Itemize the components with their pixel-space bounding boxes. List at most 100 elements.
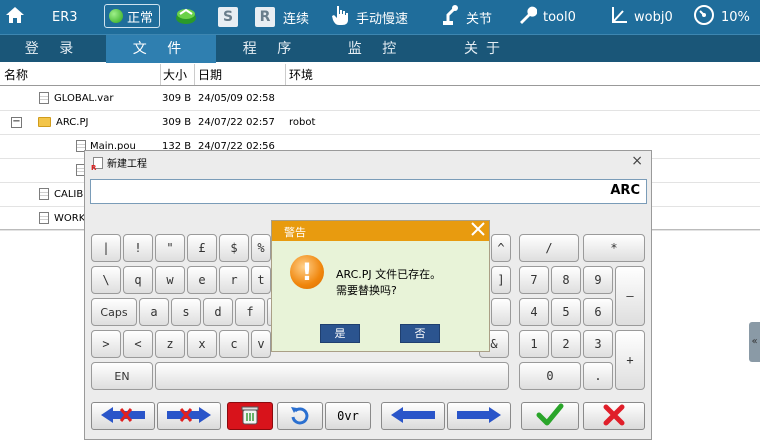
tool-button[interactable]: tool0 [517, 4, 576, 30]
undo-icon [289, 404, 311, 429]
key[interactable]: w [155, 266, 185, 294]
home-button[interactable] [4, 4, 26, 30]
status-button[interactable]: 正常 [104, 4, 161, 28]
col-header-date[interactable]: 日期 [198, 66, 222, 83]
key[interactable]: < [123, 330, 153, 358]
file-name: CALIB [54, 189, 84, 200]
tab-program[interactable]: 程 序 [216, 35, 326, 63]
key[interactable]: x [187, 330, 217, 358]
coord-button[interactable]: 关节 [440, 4, 492, 30]
key[interactable]: | [91, 234, 121, 262]
tab-about[interactable]: 关于 [426, 35, 546, 63]
undo-button[interactable] [277, 402, 323, 430]
numpad-zero-key[interactable]: 0 [519, 362, 581, 390]
numpad-key[interactable]: 1 [519, 330, 549, 358]
numpad-key[interactable]: 2 [551, 330, 581, 358]
confirm-button[interactable] [521, 402, 579, 430]
warning-title: 警告 [284, 226, 306, 239]
run-mode[interactable]: 连续 [283, 4, 309, 30]
numpad-key[interactable]: 6 [583, 298, 613, 326]
warning-message: ARC.PJ 文件已存在。 需要替换吗? [336, 267, 441, 299]
key[interactable]: ! [123, 234, 153, 262]
axes-icon [610, 5, 628, 29]
numpad-key[interactable]: 8 [551, 266, 581, 294]
col-header-size[interactable]: 大小 [163, 66, 187, 83]
tab-file[interactable]: 文 件 [106, 35, 216, 63]
language-key[interactable]: EN [91, 362, 153, 390]
numpad-key[interactable]: 9 [583, 266, 613, 294]
table-row[interactable]: GLOBAL.var 309 B 24/05/09 02:58 [0, 87, 760, 111]
key[interactable]: ] [491, 266, 511, 294]
overwrite-toggle-button[interactable]: 0vr [325, 402, 371, 430]
cursor-right-button[interactable] [447, 402, 511, 430]
key[interactable]: a [139, 298, 169, 326]
numpad-plus-key[interactable]: + [615, 330, 645, 390]
cancel-button[interactable] [583, 402, 645, 430]
numpad-key[interactable]: 7 [519, 266, 549, 294]
gauge-icon [693, 4, 715, 30]
key[interactable]: % [251, 234, 271, 262]
key[interactable]: f [235, 298, 265, 326]
mode-s-button[interactable]: S [218, 4, 238, 30]
space-key[interactable] [155, 362, 509, 390]
dialog-close-button[interactable]: × [631, 153, 643, 169]
key[interactable]: \ [91, 266, 121, 294]
col-header-env[interactable]: 环境 [289, 66, 313, 83]
key[interactable]: q [123, 266, 153, 294]
numpad-key[interactable]: 4 [519, 298, 549, 326]
speed-pct-label: 10% [721, 9, 750, 25]
project-name-input[interactable]: ARC [90, 179, 647, 204]
key[interactable]: ^ [491, 234, 511, 262]
clear-right-button[interactable] [157, 402, 221, 430]
key[interactable]: d [203, 298, 233, 326]
clear-left-button[interactable] [91, 402, 155, 430]
numpad-key[interactable]: 5 [551, 298, 581, 326]
wrench-icon [517, 5, 538, 29]
key[interactable]: v [251, 330, 271, 358]
close-icon [471, 222, 485, 236]
tab-monitor[interactable]: 监 控 [326, 35, 426, 63]
numpad-key[interactable]: 3 [583, 330, 613, 358]
key[interactable]: $ [219, 234, 249, 262]
tab-login[interactable]: 登 录 [0, 35, 106, 63]
key[interactable]: s [171, 298, 201, 326]
speed-override-button[interactable]: 10% [693, 4, 750, 30]
warning-line-1: ARC.PJ 文件已存在。 [336, 268, 442, 281]
key[interactable]: £ [187, 234, 217, 262]
numpad-minus-key[interactable]: – [615, 266, 645, 326]
numpad-key[interactable]: / [519, 234, 579, 262]
col-header-name[interactable]: 名称 [4, 66, 28, 83]
clear-all-button[interactable] [227, 402, 273, 430]
key[interactable]: " [155, 234, 185, 262]
numpad-dot-key[interactable]: . [583, 362, 613, 390]
key[interactable]: > [91, 330, 121, 358]
key[interactable]: t [251, 266, 271, 294]
key[interactable]: e [187, 266, 217, 294]
servo-button[interactable] [174, 4, 198, 30]
key[interactable]: z [155, 330, 185, 358]
side-panel-toggle[interactable]: « [749, 322, 760, 362]
table-row[interactable]: − ARC.PJ 309 B 24/07/22 02:57 robot [0, 111, 760, 135]
column-divider [160, 64, 161, 86]
status-ok-icon [109, 9, 123, 23]
key[interactable] [491, 298, 511, 326]
file-size: 309 B [162, 117, 192, 128]
close-icon [602, 403, 626, 430]
caps-lock-key[interactable]: Caps [91, 298, 137, 326]
collapse-icon[interactable]: − [11, 117, 22, 128]
mode-r-button[interactable]: R [255, 4, 275, 30]
cursor-left-button[interactable] [381, 402, 445, 430]
numpad-key[interactable]: * [583, 234, 645, 262]
key[interactable]: c [219, 330, 249, 358]
speed-mode-button[interactable]: 手动慢速 [330, 4, 408, 30]
warning-close-button[interactable] [471, 222, 485, 240]
yes-button[interactable]: 是 [320, 324, 360, 343]
dialog-title: 新建工程 [107, 159, 147, 170]
file-env: robot [289, 117, 316, 128]
wobj-button[interactable]: wobj0 [610, 4, 673, 30]
key[interactable]: r [219, 266, 249, 294]
dialog-title-bar: 新建工程 [91, 155, 147, 172]
no-button[interactable]: 否 [400, 324, 440, 343]
warning-title-bar: 警告 [272, 221, 489, 241]
delete-right-icon [165, 405, 213, 428]
